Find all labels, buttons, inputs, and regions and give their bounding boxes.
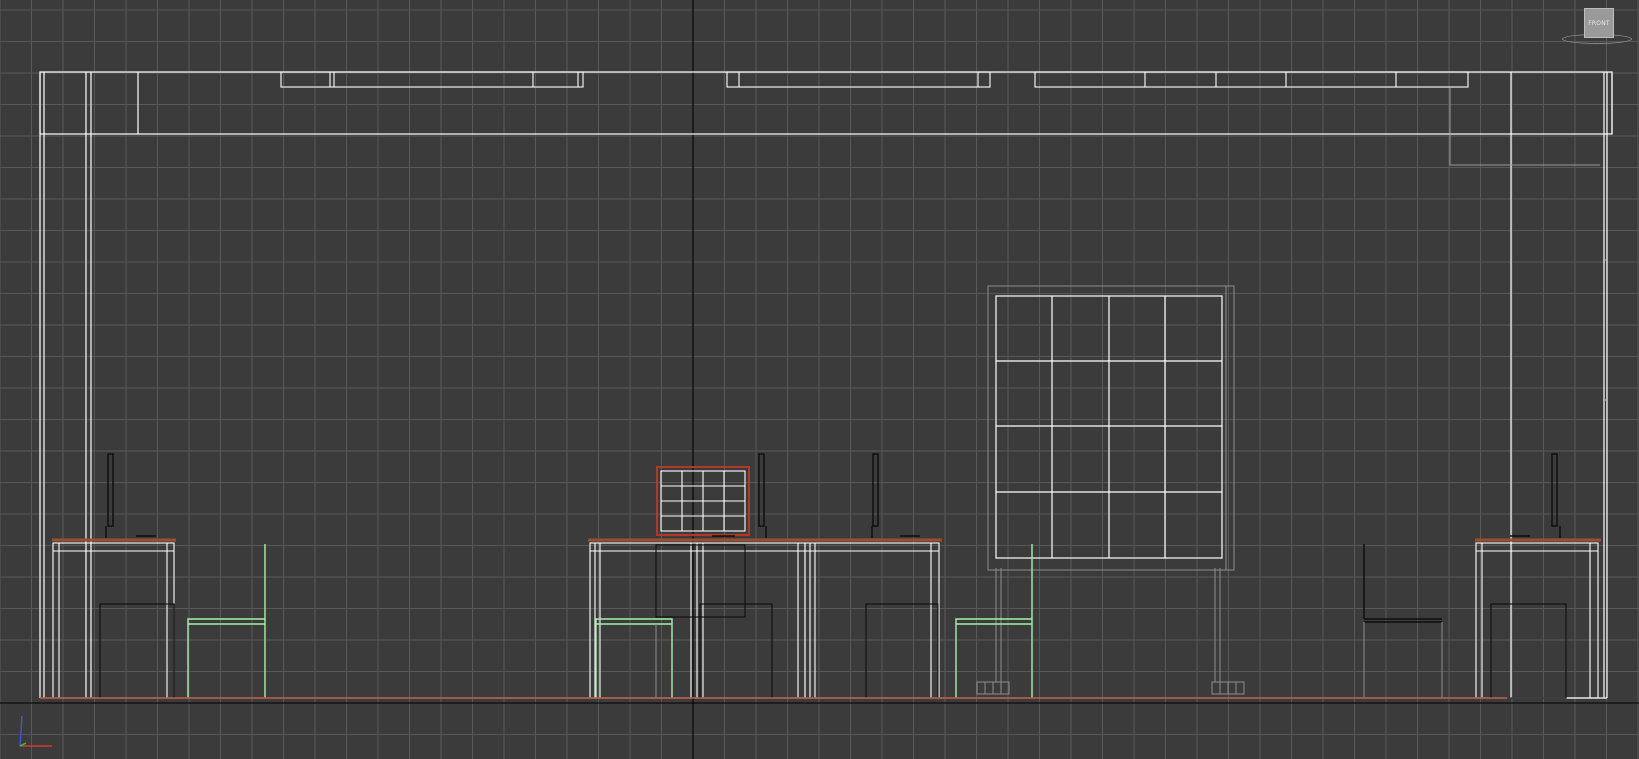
viewport-grid bbox=[0, 0, 1639, 759]
board-stand bbox=[976, 568, 1245, 695]
selected-monitor[interactable] bbox=[656, 466, 750, 537]
monitor-left[interactable] bbox=[105, 453, 156, 538]
front-viewport[interactable]: FRONT bbox=[0, 0, 1639, 759]
chair-left[interactable] bbox=[187, 544, 266, 698]
ceiling-bracket bbox=[1449, 88, 1600, 166]
chair-right[interactable] bbox=[1363, 544, 1442, 623]
ceiling-light-fixtures[interactable] bbox=[280, 71, 1469, 88]
chair-center-left[interactable] bbox=[595, 618, 673, 698]
viewcube-face-label: FRONT bbox=[1588, 19, 1610, 27]
chair-right-frame bbox=[1363, 622, 1443, 698]
desk-right[interactable] bbox=[1475, 538, 1601, 699]
desk-center-right[interactable] bbox=[803, 538, 942, 699]
viewcube-icon[interactable]: FRONT bbox=[1560, 4, 1634, 46]
monitor-right[interactable] bbox=[1510, 453, 1561, 538]
room-frame[interactable] bbox=[39, 71, 1613, 699]
viewcube-face-front[interactable]: FRONT bbox=[1584, 8, 1614, 38]
monitor-center-left[interactable] bbox=[758, 453, 767, 538]
monitor-center-right[interactable] bbox=[871, 453, 920, 538]
viewport-canvas[interactable] bbox=[0, 0, 1639, 759]
axis-z-arrow bbox=[19, 715, 23, 747]
axis-tripod-icon bbox=[19, 715, 52, 747]
chair-center-right[interactable] bbox=[955, 544, 1033, 698]
